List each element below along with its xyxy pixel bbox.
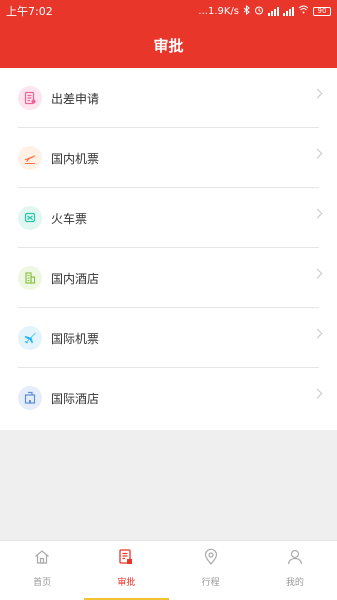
menu-item-international-hotel[interactable]: 国际酒店	[0, 368, 337, 428]
menu-item-domestic-hotel[interactable]: 国内酒店	[0, 248, 337, 308]
signal-icon	[268, 6, 279, 16]
tab-label: 审批	[117, 578, 136, 588]
chevron-right-icon	[312, 328, 323, 339]
tab-home[interactable]: 首页	[0, 541, 84, 600]
menu-item-international-flight[interactable]: 国际机票	[0, 308, 337, 368]
status-time: 上午7:02	[6, 5, 53, 18]
tab-approval[interactable]: 审批	[84, 541, 169, 600]
menu-item-trip-application[interactable]: 出差申请	[0, 68, 337, 128]
location-icon	[202, 548, 220, 570]
wifi-icon	[298, 5, 309, 17]
building-icon	[18, 266, 42, 290]
tab-label: 行程	[201, 578, 220, 588]
menu-item-label: 出差申请	[51, 91, 100, 106]
chevron-right-icon	[312, 208, 323, 219]
approval-icon	[117, 548, 135, 570]
tab-label: 我的	[285, 578, 304, 588]
bluetooth-icon	[243, 4, 250, 18]
plane-icon	[18, 326, 42, 350]
menu-item-label: 国内机票	[51, 151, 100, 166]
menu-item-label: 国际机票	[51, 331, 100, 346]
home-icon	[33, 548, 51, 570]
menu-item-label: 国内酒店	[51, 271, 100, 286]
page-title: 审批	[153, 36, 184, 55]
signal-icon-2	[283, 6, 294, 16]
battery-icon: 90	[313, 6, 331, 16]
alarm-icon	[254, 5, 264, 18]
menu-item-train-ticket[interactable]: 火车票	[0, 188, 337, 248]
network-speed: ...1.9K/s	[198, 5, 239, 17]
user-icon	[286, 548, 304, 570]
tab-itinerary[interactable]: 行程	[169, 541, 253, 600]
chevron-right-icon	[312, 268, 323, 279]
menu-item-domestic-flight[interactable]: 国内机票	[0, 128, 337, 188]
chevron-right-icon	[312, 388, 323, 399]
status-bar: 上午7:02 ...1.9K/s 90	[0, 0, 337, 22]
approval-menu: 出差申请 国内机票 火车票 国内酒店 国际机票 国际酒店	[0, 68, 337, 430]
status-indicators: ...1.9K/s 90	[198, 4, 331, 18]
plane-icon	[18, 146, 42, 170]
page-header: 审批	[0, 22, 337, 68]
menu-item-label: 火车票	[51, 211, 88, 226]
building-icon	[18, 386, 42, 410]
menu-item-label: 国际酒店	[51, 391, 100, 406]
document-icon	[18, 86, 42, 110]
bottom-tab-bar: 首页 审批 行程 我的	[0, 540, 337, 600]
train-icon	[18, 206, 42, 230]
tab-mine[interactable]: 我的	[253, 541, 337, 600]
tab-label: 首页	[33, 578, 52, 588]
chevron-right-icon	[312, 148, 323, 159]
chevron-right-icon	[312, 88, 323, 99]
